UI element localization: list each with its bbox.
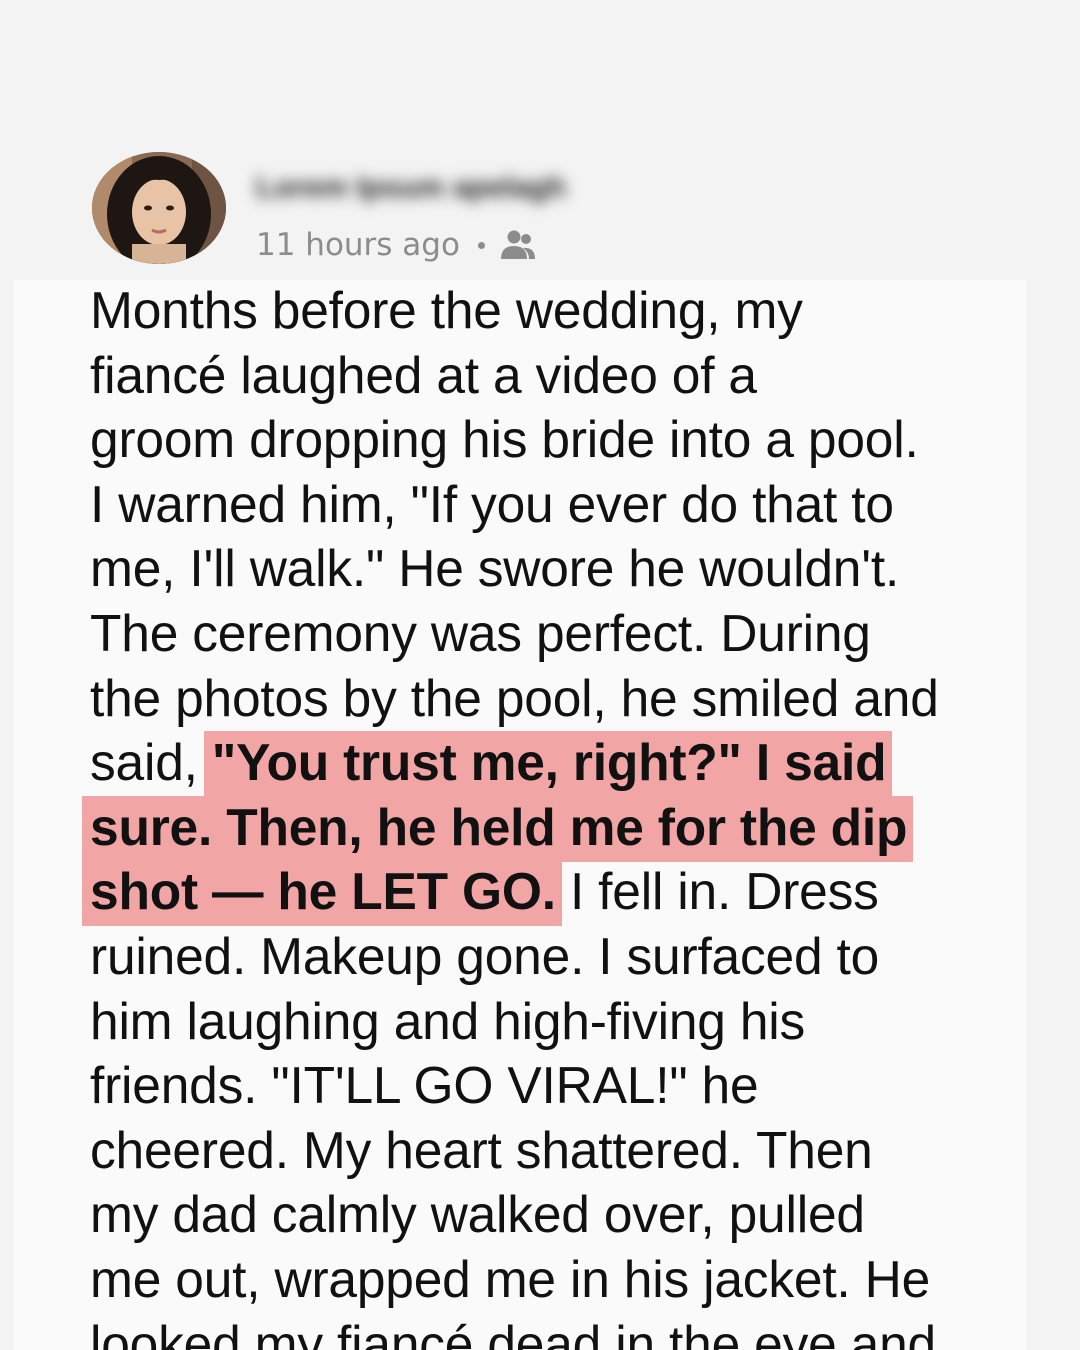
text-segment: me, I'll walk." He swore he wouldn't. <box>90 539 900 598</box>
text-segment: me out, wrapped me in his jacket. He <box>90 1249 931 1308</box>
post-text-line: friends. "IT'LL GO VIRAL!" he <box>90 1053 1025 1118</box>
post-timestamp[interactable]: 11 hours ago <box>256 227 460 263</box>
text-segment: friends. "IT'LL GO VIRAL!" he <box>90 1056 759 1115</box>
post-text-line: me, I'll walk." He swore he wouldn't. <box>90 536 1025 601</box>
text-segment: fiancé laughed at a video of a <box>90 345 757 404</box>
text-segment: looked my fiancé dead in the eye and <box>90 1314 936 1350</box>
text-segment: said, <box>90 733 212 792</box>
avatar-photo <box>92 152 226 264</box>
friends-icon[interactable] <box>499 228 537 262</box>
post-text: Months before the wedding, my fiancé laug… <box>90 278 1025 1350</box>
post-text-line: Months before the wedding, my <box>90 278 1025 343</box>
avatar[interactable] <box>92 152 226 264</box>
post-text-line: I warned him, "If you ever do that to <box>90 472 1025 537</box>
post-meta: 11 hours ago <box>256 222 537 268</box>
post-text-line: him laughing and high-fiving his <box>90 989 1025 1054</box>
post-text-line: my dad calmly walked over, pulled <box>90 1182 1025 1247</box>
post-text-line: groom dropping his bride into a pool. <box>90 407 1025 472</box>
text-segment: I warned him, "If you ever do that to <box>90 474 894 533</box>
highlighted-text: "You trust me, right?" I said <box>211 731 887 798</box>
post-text-line: The ceremony was perfect. During <box>90 601 1025 666</box>
post-text-line: fiancé laughed at a video of a <box>90 343 1025 408</box>
post-text-line: cheered. My heart shattered. Then <box>90 1118 1025 1183</box>
author-name[interactable]: Lorem Ipsum apelagh <box>256 168 566 208</box>
social-post: Lorem Ipsum apelagh 11 hours ago Months … <box>0 0 1080 1350</box>
text-segment: I fell in. Dress <box>555 862 879 921</box>
post-text-line: said, "You trust me, right?" I said <box>90 730 1025 798</box>
text-segment: my dad calmly walked over, pulled <box>90 1185 865 1244</box>
post-text-line: shot — he LET GO. I fell in. Dress <box>90 859 1025 927</box>
highlighted-text: shot — he LET GO. <box>90 860 556 927</box>
text-segment: Months before the wedding, my <box>90 281 803 339</box>
post-text-line: ruined. Makeup gone. I surfaced to <box>90 924 1025 989</box>
post-text-line: the photos by the pool, he smiled and <box>90 666 1025 731</box>
text-segment: cheered. My heart shattered. Then <box>90 1120 873 1179</box>
text-segment: The ceremony was perfect. During <box>90 603 871 662</box>
post-text-line: sure. Then, he held me for the dip <box>90 795 1025 862</box>
post-text-line: me out, wrapped me in his jacket. He <box>90 1247 1025 1312</box>
text-segment: him laughing and high-fiving his <box>90 991 806 1050</box>
text-segment: groom dropping his bride into a pool. <box>90 410 919 469</box>
separator-dot <box>477 241 485 249</box>
text-segment: ruined. Makeup gone. I surfaced to <box>90 926 880 985</box>
highlighted-text: sure. Then, he held me for the dip <box>90 795 908 862</box>
post-text-line: looked my fiancé dead in the eye and <box>90 1312 1025 1350</box>
text-segment: the photos by the pool, he smiled and <box>90 668 939 727</box>
